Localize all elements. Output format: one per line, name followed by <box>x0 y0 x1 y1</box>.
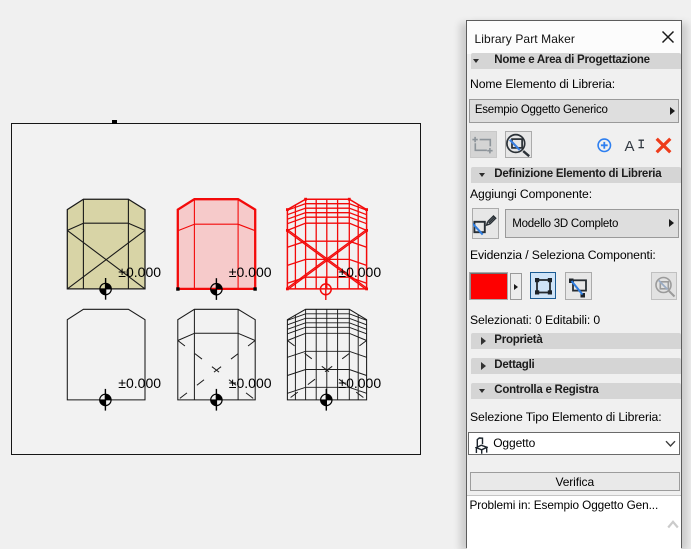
svg-text:±0.000: ±0.000 <box>229 264 272 280</box>
svg-text:±0.000: ±0.000 <box>229 375 272 391</box>
svg-text:±0.000: ±0.000 <box>118 375 161 391</box>
svg-text:±0.000: ±0.000 <box>338 375 381 391</box>
svg-text:±0.000: ±0.000 <box>338 264 381 280</box>
svg-text:±0.000: ±0.000 <box>118 264 161 280</box>
